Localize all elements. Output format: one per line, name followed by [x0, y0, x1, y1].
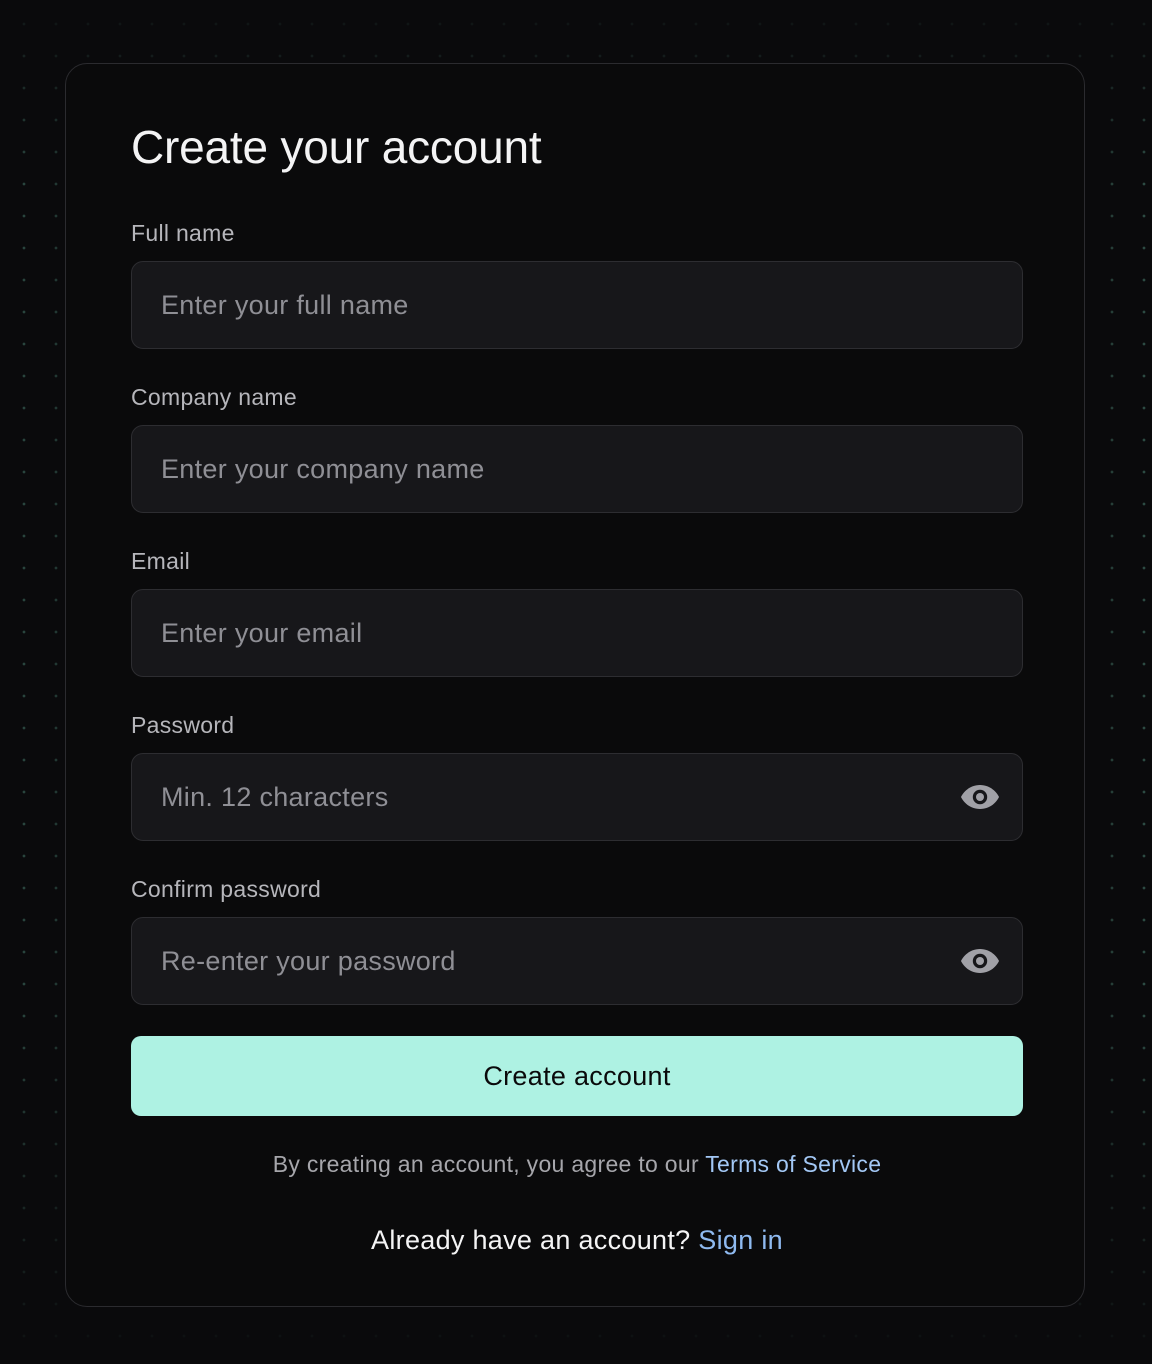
terms-prefix: By creating an account, you agree to our — [272, 1151, 699, 1177]
password-visibility-toggle[interactable] — [960, 779, 1000, 815]
password-input[interactable] — [132, 754, 1022, 840]
company-name-label: Company name — [131, 384, 297, 410]
password-field-container — [131, 753, 1023, 841]
email-field-container — [131, 589, 1023, 677]
full-name-input[interactable] — [132, 262, 1022, 348]
terms-of-service-link[interactable]: Terms of Service — [705, 1151, 881, 1177]
terms-notice: By creating an account, you agree to our… — [131, 1149, 1023, 1179]
company-name-input[interactable] — [132, 426, 1022, 512]
email-label: Email — [131, 548, 191, 574]
create-account-button[interactable]: Create account — [131, 1036, 1023, 1116]
signup-card: Create your account Full name Company na… — [65, 63, 1085, 1307]
password-label: Password — [131, 712, 235, 738]
confirm-password-field-container — [131, 917, 1023, 1005]
signin-prefix: Already have an account? — [371, 1225, 691, 1255]
confirm-password-input[interactable] — [132, 918, 1022, 1004]
sign-in-link[interactable]: Sign in — [698, 1225, 783, 1255]
eye-icon — [961, 785, 999, 809]
full-name-label: Full name — [131, 220, 235, 246]
confirm-password-label: Confirm password — [131, 876, 322, 902]
page-title: Create your account — [131, 121, 542, 173]
signin-prompt: Already have an account? Sign in — [131, 1222, 1023, 1258]
company-name-field-container — [131, 425, 1023, 513]
full-name-field-container — [131, 261, 1023, 349]
email-input[interactable] — [132, 590, 1022, 676]
confirm-password-visibility-toggle[interactable] — [960, 943, 1000, 979]
eye-icon — [961, 949, 999, 973]
